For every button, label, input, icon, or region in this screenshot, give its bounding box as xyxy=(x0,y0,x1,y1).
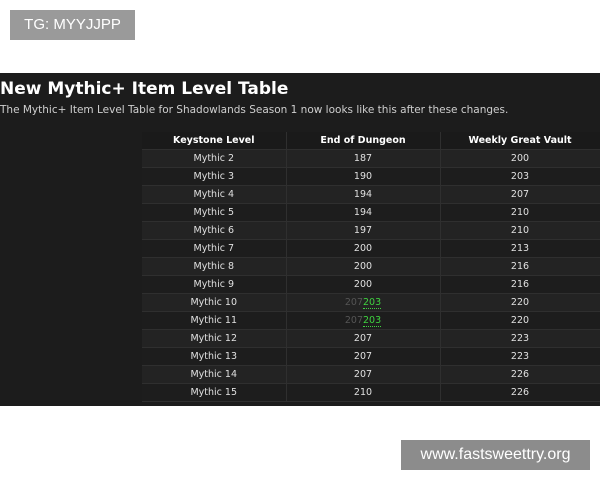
weekly-vault-cell: 220 xyxy=(440,311,600,330)
table-row: Mythic 15 210 226 xyxy=(142,383,600,402)
weekly-vault-cell: 223 xyxy=(440,347,600,366)
keystone-level-cell: Mythic 11 xyxy=(142,311,287,330)
table-row: Mythic 10 207203 220 xyxy=(142,293,600,312)
weekly-vault-cell: 226 xyxy=(440,383,600,402)
end-of-dungeon-cell: 210 xyxy=(286,383,441,402)
weekly-vault-cell: 210 xyxy=(440,203,600,222)
old-item-level: 207 xyxy=(344,297,363,308)
keystone-level-cell: Mythic 8 xyxy=(142,257,287,276)
end-of-dungeon-cell: 190 xyxy=(286,167,441,186)
weekly-vault-cell: 216 xyxy=(440,275,600,294)
end-of-dungeon-cell: 200 xyxy=(286,275,441,294)
end-of-dungeon-cell: 207203 xyxy=(286,311,441,330)
keystone-level-cell: Mythic 5 xyxy=(142,203,287,222)
end-of-dungeon-cell: 200 xyxy=(286,239,441,258)
end-of-dungeon-cell: 207 xyxy=(286,347,441,366)
keystone-level-cell: Mythic 14 xyxy=(142,365,287,384)
site-watermark: www.fastsweettry.org xyxy=(401,440,590,470)
table-row: Mythic 7 200 213 xyxy=(142,239,600,258)
header-end-of-dungeon: End of Dungeon xyxy=(286,132,441,150)
end-of-dungeon-cell: 200 xyxy=(286,257,441,276)
article-panel: New Mythic+ Item Level Table The Mythic+… xyxy=(0,73,600,406)
end-of-dungeon-cell: 207 xyxy=(286,365,441,384)
table-row: Mythic 8 200 216 xyxy=(142,257,600,276)
keystone-level-cell: Mythic 15 xyxy=(142,383,287,402)
keystone-level-cell: Mythic 7 xyxy=(142,239,287,258)
weekly-vault-cell: 203 xyxy=(440,167,600,186)
end-of-dungeon-cell: 194 xyxy=(286,203,441,222)
keystone-level-cell: Mythic 2 xyxy=(142,149,287,168)
table-row: Mythic 12 207 223 xyxy=(142,329,600,348)
item-level-table-container: Keystone Level End of Dungeon Weekly Gre… xyxy=(142,132,600,402)
weekly-vault-cell: 213 xyxy=(440,239,600,258)
new-item-level: 203 xyxy=(363,297,382,309)
table-row: Mythic 4 194 207 xyxy=(142,185,600,204)
table-header-row: Keystone Level End of Dungeon Weekly Gre… xyxy=(142,132,600,150)
table-row: Mythic 5 194 210 xyxy=(142,203,600,222)
weekly-vault-cell: 210 xyxy=(440,221,600,240)
weekly-vault-cell: 200 xyxy=(440,149,600,168)
weekly-vault-cell: 226 xyxy=(440,365,600,384)
keystone-level-cell: Mythic 3 xyxy=(142,167,287,186)
header-keystone-level: Keystone Level xyxy=(142,132,287,150)
end-of-dungeon-cell: 207203 xyxy=(286,293,441,312)
table-row: Mythic 6 197 210 xyxy=(142,221,600,240)
keystone-level-cell: Mythic 6 xyxy=(142,221,287,240)
weekly-vault-cell: 223 xyxy=(440,329,600,348)
new-item-level: 203 xyxy=(363,315,382,327)
tg-badge: TG: MYYJJPP xyxy=(10,10,135,40)
keystone-level-cell: Mythic 10 xyxy=(142,293,287,312)
table-row: Mythic 13 207 223 xyxy=(142,347,600,366)
end-of-dungeon-cell: 187 xyxy=(286,149,441,168)
table-row: Mythic 14 207 226 xyxy=(142,365,600,384)
keystone-level-cell: Mythic 9 xyxy=(142,275,287,294)
end-of-dungeon-cell: 197 xyxy=(286,221,441,240)
end-of-dungeon-cell: 207 xyxy=(286,329,441,348)
table-row: Mythic 9 200 216 xyxy=(142,275,600,294)
keystone-level-cell: Mythic 12 xyxy=(142,329,287,348)
item-level-table: Keystone Level End of Dungeon Weekly Gre… xyxy=(142,132,600,402)
table-row: Mythic 3 190 203 xyxy=(142,167,600,186)
keystone-level-cell: Mythic 4 xyxy=(142,185,287,204)
weekly-vault-cell: 216 xyxy=(440,257,600,276)
keystone-level-cell: Mythic 13 xyxy=(142,347,287,366)
page-title: New Mythic+ Item Level Table xyxy=(0,79,289,99)
header-weekly-great-vault: Weekly Great Vault xyxy=(440,132,600,150)
table-row: Mythic 2 187 200 xyxy=(142,149,600,168)
table-row: Mythic 11 207203 220 xyxy=(142,311,600,330)
weekly-vault-cell: 220 xyxy=(440,293,600,312)
old-item-level: 207 xyxy=(344,315,363,326)
weekly-vault-cell: 207 xyxy=(440,185,600,204)
end-of-dungeon-cell: 194 xyxy=(286,185,441,204)
page-subtitle: The Mythic+ Item Level Table for Shadowl… xyxy=(0,104,509,116)
